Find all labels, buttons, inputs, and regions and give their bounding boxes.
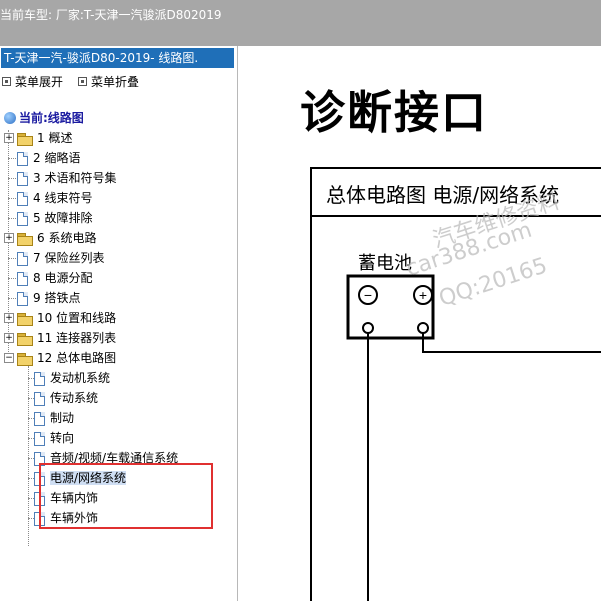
tree-item-label: 3 术语和符号集 bbox=[33, 171, 117, 185]
tree-item-label: 6 系统电路 bbox=[37, 231, 97, 245]
app-title-bar: 当前车型: 厂家:T-天津一汽骏派D802019 bbox=[0, 0, 601, 46]
document-icon bbox=[17, 291, 28, 306]
document-icon bbox=[17, 211, 28, 226]
battery-plus-lead bbox=[417, 322, 429, 334]
document-icon bbox=[34, 391, 45, 406]
expand-plus-icon[interactable]: + bbox=[4, 133, 14, 143]
document-icon bbox=[34, 471, 45, 486]
folder-icon bbox=[17, 132, 33, 146]
expand-plus-icon[interactable]: + bbox=[4, 333, 14, 343]
document-icon bbox=[17, 171, 28, 186]
tree-item-label: 2 缩略语 bbox=[33, 151, 81, 165]
app-title: 当前车型: 厂家:T-天津一汽骏派D802019 bbox=[0, 8, 222, 22]
battery-minus-lead bbox=[362, 322, 374, 334]
expand-plus-icon[interactable]: + bbox=[4, 313, 14, 323]
tree-item-label: 传动系统 bbox=[50, 391, 99, 405]
folder-icon bbox=[17, 312, 33, 326]
tree-item-label: 9 搭铁点 bbox=[33, 291, 81, 305]
navigation-panel: T-天津一汽-骏派D80-2019- 线路图. 菜单展开 菜单折叠 当前:线路图… bbox=[0, 46, 238, 601]
document-icon bbox=[34, 431, 45, 446]
tree-item-label: 发动机系统 bbox=[50, 371, 111, 385]
tree-item-label-selected: 电源/网络系统 bbox=[50, 471, 127, 485]
tree-item-label: 车辆外饰 bbox=[50, 511, 99, 525]
tree-item-label: 4 线束符号 bbox=[33, 191, 93, 205]
document-icon bbox=[17, 251, 28, 266]
document-viewer: 诊断接口 总体电路图 电源/网络系统 蓄电池 − + 汽车维修资料 car388… bbox=[238, 46, 601, 601]
battery-minus-sign: − bbox=[364, 287, 372, 303]
tree-item-label: 11 连接器列表 bbox=[37, 331, 117, 345]
tree-item-label: 音频/视频/车载通信系统 bbox=[50, 451, 179, 465]
document-icon bbox=[34, 411, 45, 426]
tree-item-label: 转向 bbox=[50, 431, 75, 445]
tree-item-label: 5 故障排除 bbox=[33, 211, 93, 225]
document-icon bbox=[34, 491, 45, 506]
folder-icon bbox=[17, 332, 33, 346]
tree-item-label: 10 位置和线路 bbox=[37, 311, 117, 325]
tree-item-label: 12 总体电路图 bbox=[37, 351, 117, 365]
tree-item-label: 7 保险丝列表 bbox=[33, 251, 105, 265]
document-icon bbox=[17, 271, 28, 286]
tree-item-label: 制动 bbox=[50, 411, 75, 425]
tree-item-label: 8 电源分配 bbox=[33, 271, 93, 285]
power-wire bbox=[422, 333, 601, 353]
battery-plus-sign: + bbox=[419, 287, 427, 303]
tree-view: + 1 概述 2 缩略语 3 术语和符号集 4 线束符号 5 故障排除 + 6 … bbox=[0, 46, 237, 601]
circuit-diagram: − + bbox=[346, 274, 601, 601]
tree-item-label: 1 概述 bbox=[37, 131, 73, 145]
tree-item-label: 车辆内饰 bbox=[50, 491, 99, 505]
expand-plus-icon[interactable]: + bbox=[4, 233, 14, 243]
document-icon bbox=[34, 451, 45, 466]
folder-icon bbox=[17, 232, 33, 246]
document-icon bbox=[34, 371, 45, 386]
document-icon bbox=[17, 191, 28, 206]
folder-open-icon bbox=[17, 352, 33, 366]
document-icon bbox=[34, 511, 45, 526]
document-icon bbox=[17, 151, 28, 166]
collapse-minus-icon[interactable]: − bbox=[4, 353, 14, 363]
